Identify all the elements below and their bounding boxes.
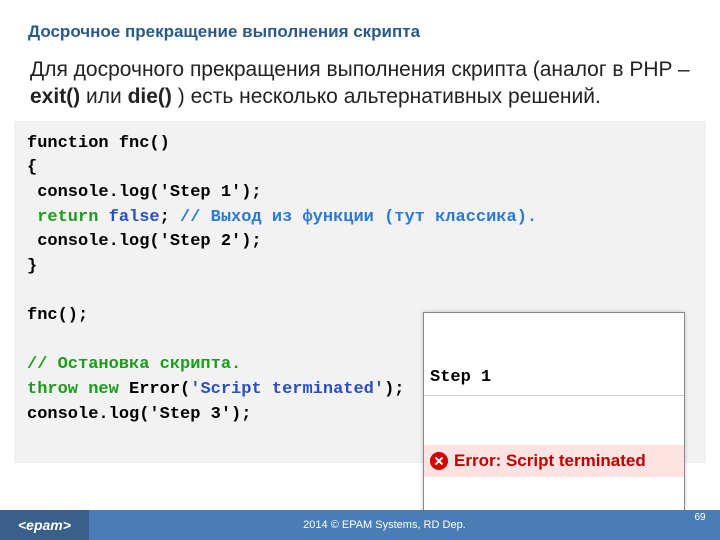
page-number: 69 (680, 510, 720, 540)
code-line: console.log('Step 2'); (27, 232, 262, 251)
console-error-row: Error: Script terminated (424, 445, 684, 478)
code-line: console.log('Step 3'); (27, 405, 251, 424)
footer-copyright: 2014 © EPAM Systems, RD Dep. (89, 510, 680, 540)
code-line: console.log('Step 1'); (27, 183, 262, 202)
body-post: ) есть несколько альтернативных решений. (172, 85, 601, 108)
code-false: false (109, 208, 160, 227)
body-mid: или (80, 85, 127, 108)
console-popup: Step 1 Error: Script terminated (423, 312, 685, 528)
code-keyword: throw new (27, 380, 129, 399)
console-log-row: Step 1 (424, 362, 684, 396)
code-string: 'Script terminated' (190, 380, 384, 399)
body-bold-die: die() (128, 85, 172, 108)
body-pre: Для досрочного прекращения выполнения ск… (30, 58, 690, 81)
error-icon (430, 452, 448, 470)
code-line (27, 208, 37, 227)
code-keyword: return (37, 208, 108, 227)
code-err-class: Error (129, 380, 180, 399)
body-bold-exit: exit() (30, 85, 80, 108)
code-semi: ; (160, 208, 180, 227)
code-line: fnc(); (27, 306, 88, 325)
code-close: ); (384, 380, 404, 399)
code-comment: // Выход из функции (тут классика). (180, 208, 537, 227)
epam-logo: <epam> (0, 510, 89, 540)
code-comment: // Остановка скрипта. (27, 355, 241, 374)
code-line: function fnc() (27, 134, 170, 153)
code-block: function fnc() { console.log('Step 1'); … (14, 121, 706, 463)
console-error-text: Error: Script terminated (454, 449, 646, 474)
slide-footer: <epam> 2014 © EPAM Systems, RD Dep. 69 (0, 510, 720, 540)
code-paren: ( (180, 380, 190, 399)
slide-body: Для досрочного прекращения выполнения ск… (0, 42, 720, 121)
code-line: } (27, 257, 37, 276)
slide-title: Досрочное прекращение выполнения скрипта (0, 0, 720, 42)
code-line: { (27, 158, 37, 177)
